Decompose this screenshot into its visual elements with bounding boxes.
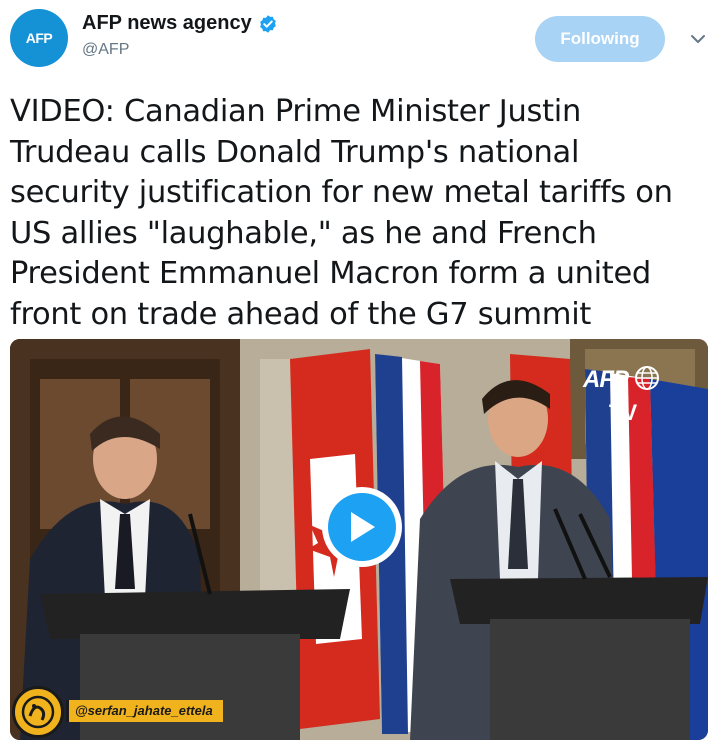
handle[interactable]: @AFP: [82, 41, 278, 59]
following-button[interactable]: Following: [535, 16, 665, 62]
play-button[interactable]: [322, 487, 402, 567]
tweet-text: VIDEO: Canadian Prime Minister Justin Tr…: [10, 92, 710, 335]
chevron-down-icon[interactable]: [690, 32, 706, 46]
avatar[interactable]: AFP: [10, 9, 68, 67]
display-name[interactable]: AFP news agency: [82, 12, 252, 35]
play-icon: [351, 512, 375, 542]
tweet-text-line: security justification for new metal tar…: [10, 175, 673, 210]
author-block: AFP news agency @AFP: [82, 12, 278, 59]
watermark-logo: [12, 686, 64, 738]
tweet-text-line: Trudeau calls Donald Trump's national: [10, 134, 580, 170]
tweet-text-line: front on trade ahead of the G7 summit: [10, 296, 592, 332]
watermark-handle: @serfan_jahate_ettela: [66, 700, 223, 722]
afp-tv-logo: AFP: [583, 365, 673, 394]
verified-badge-icon: [259, 14, 276, 33]
afp-logo-text: AFP: [583, 366, 629, 393]
tweet-text-line: President Emmanuel Macron form a united: [10, 256, 651, 291]
afp-tv-label: TV: [609, 400, 638, 425]
tweet-text-line: US allies "laughable," as he and French: [10, 215, 597, 251]
afp-globe-icon: [635, 366, 660, 390]
watermark-emblem-icon: [21, 695, 55, 729]
tweet-text-line: VIDEO: Canadian Prime Minister Justin: [10, 94, 581, 129]
avatar-logo-text: AFP: [25, 30, 53, 46]
tweet-header: AFP AFP news agency @AFP Following: [0, 0, 720, 80]
